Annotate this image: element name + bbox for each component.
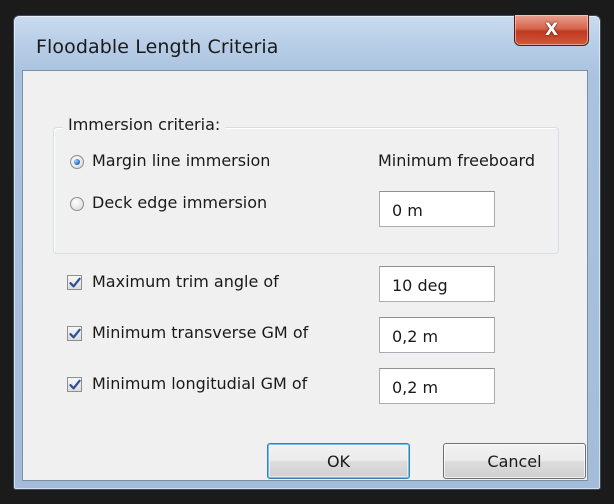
max-trim-checkbox[interactable] <box>67 275 82 290</box>
min-transverse-gm-label[interactable]: Minimum transverse GM of <box>92 323 308 342</box>
min-transverse-gm-input[interactable]: 0,2 m <box>379 317 495 353</box>
min-transverse-gm-checkbox[interactable] <box>67 326 82 341</box>
dialog-title: Floodable Length Criteria <box>36 36 279 58</box>
checkmark-icon <box>69 379 81 390</box>
deck-edge-radio[interactable] <box>70 197 84 211</box>
close-button[interactable]: X <box>514 15 589 46</box>
dialog-client-area: Immersion criteria: Margin line immersio… <box>22 70 588 481</box>
ok-button[interactable]: OK <box>267 443 410 479</box>
checkmark-icon <box>69 277 81 288</box>
minimum-freeboard-input[interactable]: 0 m <box>379 191 495 227</box>
min-longitudinal-gm-label[interactable]: Minimum longitudial GM of <box>92 374 307 393</box>
max-trim-label[interactable]: Maximum trim angle of <box>92 272 279 291</box>
min-longitudinal-gm-input[interactable]: 0,2 m <box>379 368 495 404</box>
deck-edge-label[interactable]: Deck edge immersion <box>92 193 267 212</box>
min-longitudinal-gm-checkbox[interactable] <box>67 377 82 392</box>
margin-line-label[interactable]: Margin line immersion <box>92 151 270 170</box>
margin-line-radio[interactable] <box>70 155 84 169</box>
close-icon: X <box>544 20 559 40</box>
max-trim-input[interactable]: 10 deg <box>379 266 495 302</box>
cancel-button[interactable]: Cancel <box>443 443 586 479</box>
immersion-criteria-label: Immersion criteria: <box>63 115 226 134</box>
minimum-freeboard-label: Minimum freeboard <box>378 151 535 170</box>
checkmark-icon <box>69 328 81 339</box>
dialog-window: Floodable Length Criteria X Immersion cr… <box>13 15 601 490</box>
